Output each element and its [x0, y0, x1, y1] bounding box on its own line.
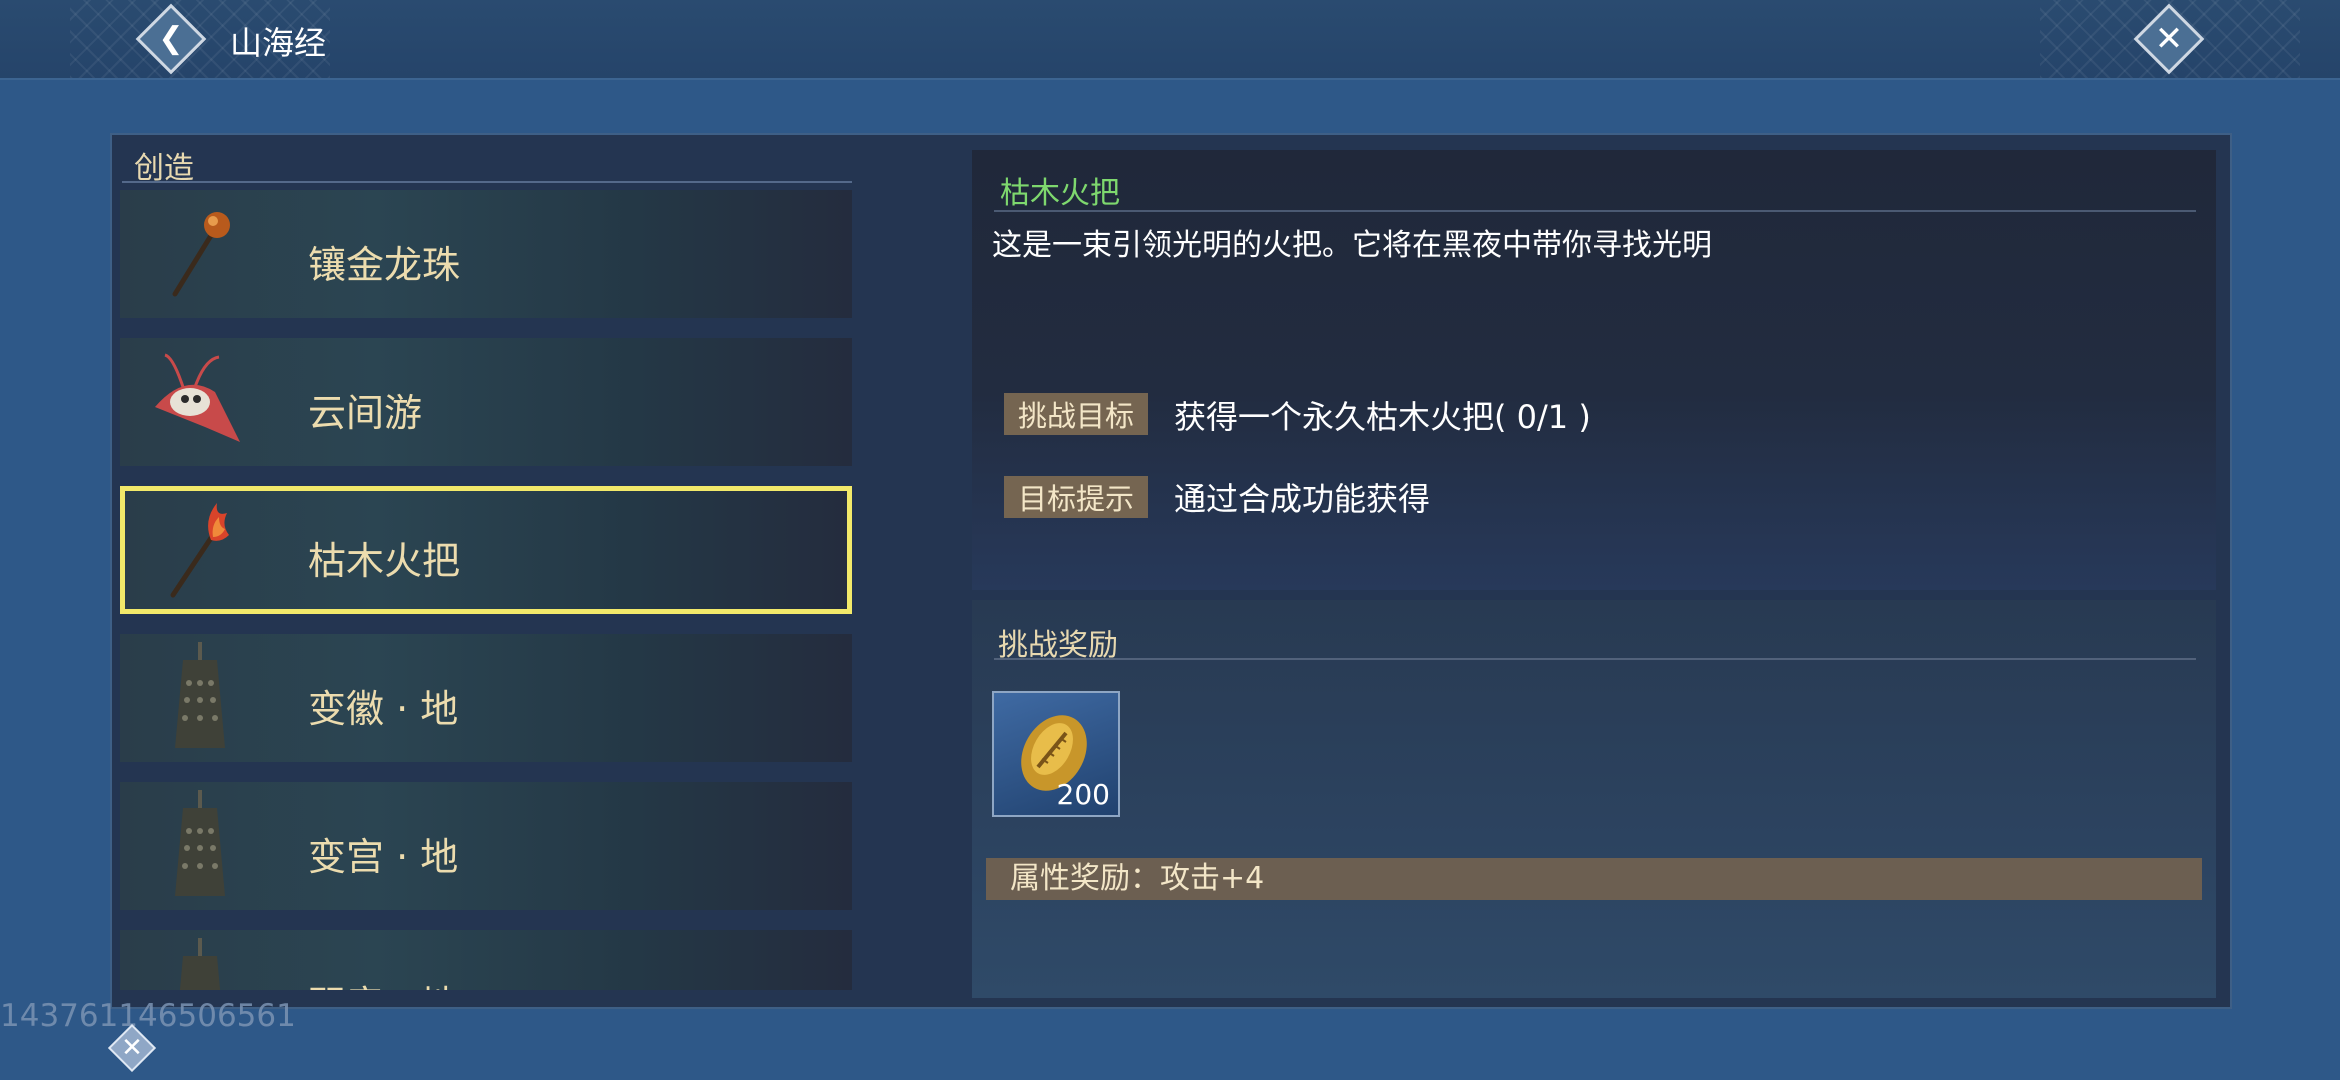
- goal-text: 获得一个永久枯木火把( 0/1 ): [1174, 398, 1591, 436]
- item-name: 变徽 · 地: [308, 687, 459, 731]
- detail-panel: [972, 150, 2216, 590]
- close-icon: ✕: [121, 1033, 143, 1063]
- top-bar: [0, 0, 2340, 80]
- list-item-selected[interactable]: 枯木火把: [120, 486, 852, 614]
- reward-item-count: 200: [1056, 778, 1110, 811]
- item-name: 镶金龙珠: [308, 243, 461, 287]
- detail-description: 这是一束引领光明的火把。它将在黑夜中带你寻找光明: [992, 228, 1712, 263]
- detail-divider: [994, 210, 2196, 212]
- hint-text: 通过合成功能获得: [1174, 480, 1431, 518]
- bell-icon: [140, 934, 260, 990]
- chevron-left-icon: ❮: [158, 21, 184, 56]
- back-button[interactable]: ❮: [135, 3, 207, 75]
- list-item[interactable]: 变徽 · 地: [120, 634, 852, 762]
- page-title: 山海经: [230, 24, 327, 62]
- hint-label: 目标提示: [1004, 476, 1148, 518]
- reward-divider: [994, 658, 2196, 660]
- item-list[interactable]: 镶金龙珠 云间游 枯木火把 变徽 · 地 变宫 · 地: [120, 190, 854, 990]
- staff-orb-icon: [140, 194, 260, 314]
- reward-item-slot[interactable]: 200: [992, 691, 1120, 817]
- list-item[interactable]: 变宫 · 地: [120, 782, 852, 910]
- item-name: 云间游: [308, 391, 423, 435]
- moth-kite-icon: [140, 342, 260, 462]
- list-item[interactable]: 云间游: [120, 338, 852, 466]
- bell-icon: [140, 786, 260, 906]
- detail-title: 枯木火把: [1000, 176, 1120, 211]
- item-name: 枯木火把: [308, 539, 461, 583]
- list-item[interactable]: 羽音 · 地: [120, 930, 852, 990]
- close-icon: ✕: [2154, 19, 2184, 59]
- bonus-text: 属性奖励：攻击+4: [1010, 861, 1265, 896]
- list-item[interactable]: 镶金龙珠: [120, 190, 852, 318]
- item-name: 变宫 · 地: [308, 835, 459, 879]
- goal-label: 挑战目标: [1004, 393, 1148, 435]
- floating-close-button[interactable]: ✕: [107, 1023, 157, 1073]
- bell-icon: [140, 638, 260, 758]
- close-button[interactable]: ✕: [2133, 3, 2205, 75]
- torch-icon: [140, 490, 260, 610]
- category-divider: [122, 181, 852, 183]
- item-name: 羽音 · 地: [308, 974, 458, 990]
